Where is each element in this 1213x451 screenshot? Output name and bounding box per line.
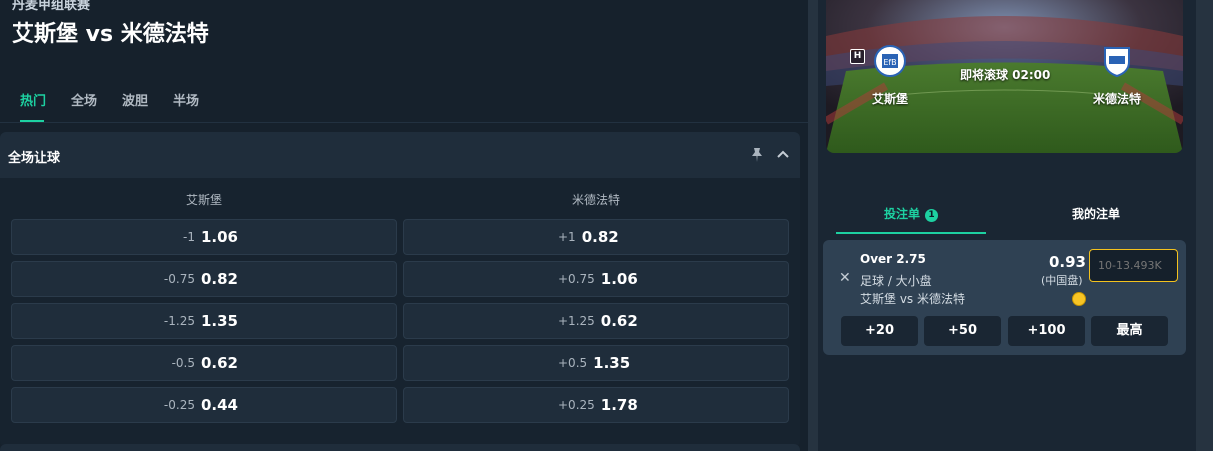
- odds-content: -0.5 0.62: [172, 346, 238, 380]
- coin-icon: [1072, 292, 1086, 306]
- tab-halftime[interactable]: 半场: [173, 90, 199, 109]
- handicap-line: +0.75: [558, 272, 595, 286]
- odds-content: -0.25 0.44: [164, 388, 238, 422]
- odds-type-label: (中国盘): [1041, 274, 1083, 287]
- handicap-line: +0.5: [558, 356, 588, 370]
- league-name: 丹麦甲组联赛: [12, 0, 91, 13]
- selection-event: 艾斯堡 vs 米德法特: [860, 292, 965, 306]
- active-slip-tab-indicator: [836, 232, 986, 234]
- quick-stake-50-button[interactable]: +50: [924, 316, 1001, 346]
- handicap-line: -0.75: [163, 272, 195, 286]
- odds-price: 0.44: [200, 396, 238, 414]
- match-title: 艾斯堡 vs 米德法特: [12, 22, 209, 47]
- tab-hot[interactable]: 热门: [20, 90, 46, 109]
- handicap-line: -1: [183, 230, 195, 244]
- selection-name: Over 2.75: [860, 252, 926, 266]
- left-scrollbar[interactable]: [808, 0, 818, 451]
- odds-price: 1.06: [200, 228, 238, 246]
- home-indicator: H: [850, 49, 865, 64]
- away-team-crest-icon: [1104, 47, 1130, 78]
- market-title: 全场让球: [8, 151, 61, 166]
- tabs-divider: [0, 122, 808, 123]
- odds-content: +0.25 1.78: [558, 388, 638, 422]
- odds-content: -1.25 1.35: [164, 304, 238, 338]
- odds-price: 1.35: [200, 312, 238, 330]
- odds-content: +0.5 1.35: [558, 346, 630, 380]
- tab-betslip[interactable]: 投注单 1: [884, 205, 939, 222]
- odds-button-away[interactable]: +1 0.82: [403, 219, 789, 255]
- remove-selection-close-icon[interactable]: ✕: [839, 270, 851, 286]
- odds-button-away[interactable]: +1.25 0.62: [403, 303, 789, 339]
- betslip-tabs: 投注单 1 我的注单: [836, 196, 1186, 234]
- odds-price: 1.35: [593, 354, 631, 372]
- handicap-line: +1.25: [558, 314, 595, 328]
- tab-fulltime[interactable]: 全场: [71, 90, 97, 109]
- column-header-away: 米德法特: [571, 193, 620, 207]
- odds-content: -1 1.06: [183, 220, 238, 254]
- next-market-header[interactable]: [0, 444, 800, 451]
- tab-correct-score[interactable]: 波胆: [122, 90, 148, 109]
- odds-content: +1.25 0.62: [558, 304, 638, 338]
- pin-icon[interactable]: [750, 147, 764, 163]
- handicap-line: +0.25: [558, 398, 595, 412]
- odds-button-away[interactable]: +0.5 1.35: [403, 345, 789, 381]
- chevron-up-icon[interactable]: [776, 148, 790, 162]
- odds-price: 0.62: [200, 354, 238, 372]
- market-header[interactable]: 全场让球: [0, 132, 800, 178]
- odds-button-away[interactable]: +0.25 1.78: [403, 387, 789, 423]
- handicap-line: +1: [558, 230, 576, 244]
- odds-button-home[interactable]: -0.25 0.44: [11, 387, 397, 423]
- odds-button-home[interactable]: -1 1.06: [11, 219, 397, 255]
- match-scoreboard: H EfB 艾斯堡 即将滚球 02:00 米德法特: [826, 0, 1183, 153]
- selection-market: 足球 / 大小盘: [860, 274, 932, 288]
- market-tabs: 热门 全场 波胆 半场: [0, 76, 808, 122]
- selection-odds: 0.93: [1048, 253, 1086, 271]
- quick-stake-20-button[interactable]: +20: [841, 316, 918, 346]
- kickoff-countdown: 即将滚球 02:00: [960, 68, 1051, 82]
- tab-my-bets[interactable]: 我的注单: [1072, 205, 1120, 222]
- column-header-home: 艾斯堡: [185, 193, 222, 207]
- match-markets-panel: 丹麦甲组联赛 艾斯堡 vs 米德法特 热门 全场 波胆 半场 全场让球 艾斯堡 …: [0, 0, 808, 451]
- odds-content: +0.75 1.06: [558, 262, 638, 296]
- right-scrollbar[interactable]: [1196, 0, 1213, 451]
- quick-stake-max-button[interactable]: 最高: [1091, 316, 1168, 346]
- home-team-name: 艾斯堡: [872, 92, 909, 106]
- odds-button-away[interactable]: +0.75 1.06: [403, 261, 789, 297]
- odds-button-home[interactable]: -1.25 1.35: [11, 303, 397, 339]
- away-team-name: 米德法特: [1093, 92, 1142, 106]
- handicap-market: 全场让球 艾斯堡 米德法特 -1 1.06 +1 0.82 -0.75 0.82 +0.75…: [0, 132, 800, 447]
- odds-price: 0.62: [600, 312, 638, 330]
- odds-price: 1.06: [600, 270, 638, 288]
- bet-selection-card: ✕ Over 2.75 足球 / 大小盘 艾斯堡 vs 米德法特 0.93 (中…: [823, 240, 1186, 355]
- selection-count-badge: 1: [925, 209, 939, 222]
- odds-price: 1.78: [600, 396, 638, 414]
- handicap-line: -0.25: [163, 398, 195, 412]
- stake-input[interactable]: [1089, 249, 1178, 282]
- handicap-line: -0.5: [171, 356, 195, 370]
- odds-content: -0.75 0.82: [164, 262, 238, 296]
- odds-button-home[interactable]: -0.75 0.82: [11, 261, 397, 297]
- betslip-tab-label: 投注单: [884, 207, 921, 221]
- odds-price: 0.82: [200, 270, 238, 288]
- odds-content: +1 0.82: [558, 220, 619, 254]
- betslip-panel: H EfB 艾斯堡 即将滚球 02:00 米德法特 投注单 1 我的注单 ✕ Ov…: [818, 0, 1213, 451]
- odds-button-home[interactable]: -0.5 0.62: [11, 345, 397, 381]
- quick-stake-100-button[interactable]: +100: [1008, 316, 1085, 346]
- home-team-crest-icon: EfB: [874, 45, 906, 77]
- handicap-line: -1.25: [163, 314, 195, 328]
- svg-text:EfB: EfB: [883, 58, 896, 67]
- odds-price: 0.82: [581, 228, 619, 246]
